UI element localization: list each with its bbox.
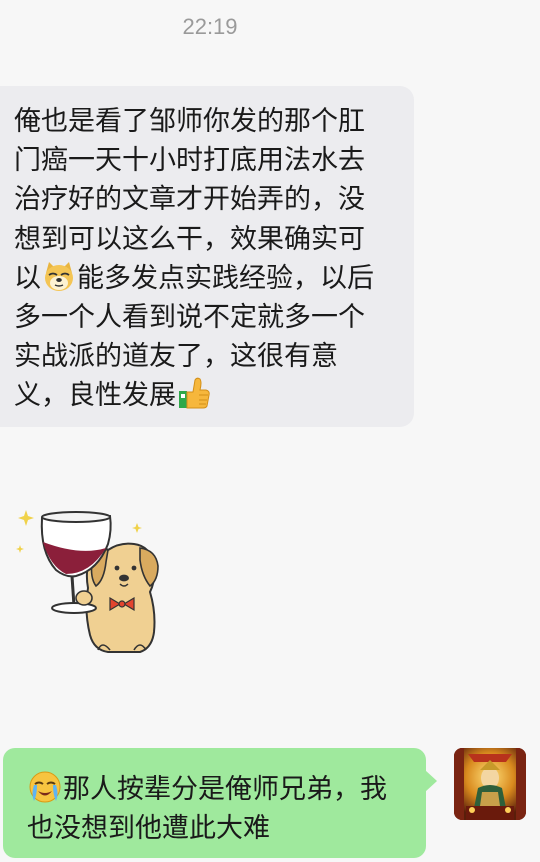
- outgoing-message-text: 那人按辈分是俺师兄弟，我也没想到他遭此大难: [27, 770, 408, 848]
- incoming-message-text: 俺也是看了邹师你发的那个肛门癌一天十小时打底用法水去治疗好的文章才开始弄的，没想…: [14, 102, 386, 416]
- outgoing-message-label: 那人按辈分是俺师兄弟，我也没想到他遭此大难: [27, 774, 387, 844]
- dog-with-wine-glass-sticker[interactable]: [10, 500, 180, 660]
- outgoing-message-bubble[interactable]: 那人按辈分是俺师兄弟，我也没想到他遭此大难: [3, 748, 437, 858]
- thumbs-up-emoji-icon: [179, 378, 210, 409]
- temple-deity-avatar-icon: [454, 748, 526, 820]
- user-avatar[interactable]: [454, 748, 526, 820]
- loudly-crying-emoji-icon: [29, 771, 61, 803]
- incoming-message-bubble[interactable]: 俺也是看了邹师你发的那个肛门癌一天十小时打底用法水去治疗好的文章才开始弄的，没想…: [0, 86, 414, 427]
- message-timestamp: 22:19: [182, 14, 238, 39]
- doge-emoji-icon: [45, 261, 73, 291]
